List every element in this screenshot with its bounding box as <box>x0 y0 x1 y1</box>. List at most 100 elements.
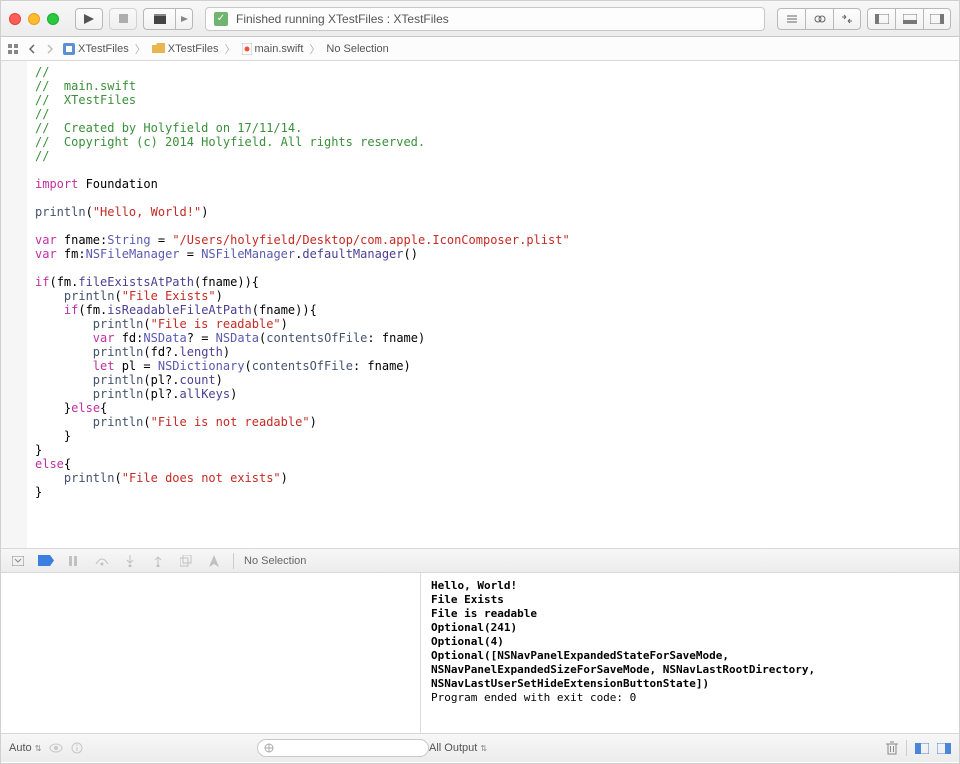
console-output: Hello, World! File Exists File is readab… <box>421 573 959 711</box>
debug-bar: No Selection <box>1 548 959 573</box>
str: "Hello, World!" <box>93 205 201 219</box>
code-comment: // Copyright (c) 2014 Holyfield. All rig… <box>35 135 425 149</box>
location-button[interactable] <box>205 553 223 569</box>
panel-toggles <box>867 8 951 30</box>
kw: import <box>35 177 78 191</box>
code-comment: // XTestFiles <box>35 93 136 107</box>
breadcrumb-sep: 〉 <box>309 41 320 57</box>
run-button[interactable] <box>75 8 103 30</box>
terminal-icon <box>154 14 166 24</box>
breadcrumb-file[interactable]: main.swift <box>240 43 306 55</box>
console-line: Hello, World! <box>431 579 517 592</box>
scheme-destination-button[interactable] <box>175 8 193 30</box>
str: "/Users/holyfield/Desktop/com.apple.Icon… <box>172 233 569 247</box>
pause-continue-icon <box>68 556 80 566</box>
console-line: Optional(241) <box>431 621 517 634</box>
kw: var <box>35 247 57 261</box>
step-into-icon <box>125 555 135 567</box>
breadcrumb-sep: 〉 <box>135 41 146 57</box>
trash-icon <box>886 741 898 755</box>
play-icon <box>84 14 94 24</box>
chevron-down-box-icon <box>12 556 24 566</box>
project-icon <box>63 43 75 55</box>
swift-file-icon <box>242 43 252 55</box>
go-forward-button[interactable] <box>43 43 57 55</box>
assistant-editor-button[interactable] <box>805 8 833 30</box>
go-back-button[interactable] <box>25 43 39 55</box>
debug-selection-label: No Selection <box>244 555 306 567</box>
quicklook-button[interactable] <box>49 743 63 753</box>
scheme-selector[interactable] <box>143 8 193 30</box>
step-over-icon <box>95 556 109 566</box>
toggle-utilities-button[interactable] <box>923 8 951 30</box>
debug-bottom-bar: Auto ⇅ All Output ⇅ <box>1 734 959 762</box>
type: String <box>107 233 150 247</box>
code-text: Foundation <box>78 177 157 191</box>
grid-icon <box>8 44 20 54</box>
hide-debug-button[interactable] <box>9 553 27 569</box>
window-controls <box>9 13 59 25</box>
eye-icon <box>49 743 63 753</box>
method: defaultManager <box>302 247 403 261</box>
minimize-window-button[interactable] <box>28 13 40 25</box>
console-line: Program ended with exit code: 0 <box>431 691 636 704</box>
left-panel-icon <box>875 14 889 24</box>
console-output-selector[interactable]: All Output ⇅ <box>429 742 487 754</box>
lines-icon <box>786 14 798 24</box>
location-icon <box>209 555 219 567</box>
breadcrumb-folder-label: XTestFiles <box>168 43 219 55</box>
debug-hierarchy-button[interactable] <box>177 553 195 569</box>
scheme-target-button[interactable] <box>143 8 175 30</box>
code-comment: // <box>35 149 49 163</box>
kw: var <box>35 233 57 247</box>
breakpoints-button[interactable] <box>37 553 55 569</box>
show-variables-button[interactable] <box>915 743 929 754</box>
variables-view[interactable] <box>1 573 421 733</box>
breadcrumb-project-label: XTestFiles <box>78 43 129 55</box>
toggle-navigator-button[interactable] <box>867 8 895 30</box>
rings-icon <box>814 14 826 24</box>
editor-gutter[interactable] <box>1 61 27 548</box>
zoom-window-button[interactable] <box>47 13 59 25</box>
folder-icon <box>152 43 165 54</box>
window-toolbar: ✓ Finished running XTestFiles : XTestFil… <box>1 1 959 37</box>
console-line: Optional(4) <box>431 635 504 648</box>
right-pane-icon <box>937 743 951 754</box>
console-view[interactable]: Hello, World! File Exists File is readab… <box>421 573 959 733</box>
bottom-panel-icon <box>903 14 917 24</box>
left-pane-icon <box>915 743 929 754</box>
variables-filter-input[interactable] <box>257 739 429 757</box>
breadcrumb-folder[interactable]: XTestFiles <box>150 43 221 55</box>
right-panel-icon <box>930 14 944 24</box>
step-over-button[interactable] <box>93 553 111 569</box>
step-out-icon <box>153 555 163 567</box>
version-editor-button[interactable] <box>833 8 861 30</box>
fn: println <box>35 205 86 219</box>
breadcrumb-project[interactable]: XTestFiles <box>61 43 131 55</box>
code-comment: // main.swift <box>35 79 136 93</box>
toggle-debug-button[interactable] <box>895 8 923 30</box>
code-comment: // Created by Holyfield on 17/11/14. <box>35 121 302 135</box>
console-line: File Exists <box>431 593 504 606</box>
breadcrumb-file-label: main.swift <box>255 43 304 55</box>
stop-button[interactable] <box>109 8 137 30</box>
continue-button[interactable] <box>65 553 83 569</box>
variables-scope-selector[interactable]: Auto ⇅ <box>9 742 41 754</box>
code-editor[interactable]: // // main.swift // XTestFiles // // Cre… <box>1 61 959 548</box>
status-text: Finished running XTestFiles : XTestFiles <box>236 12 449 26</box>
activity-status-bar[interactable]: ✓ Finished running XTestFiles : XTestFil… <box>205 7 765 31</box>
arrows-icon <box>841 14 853 24</box>
type: NSFileManager <box>86 247 180 261</box>
step-into-button[interactable] <box>121 553 139 569</box>
show-console-button[interactable] <box>937 743 951 754</box>
related-items-button[interactable] <box>7 43 21 55</box>
standard-editor-button[interactable] <box>777 8 805 30</box>
clear-console-button[interactable] <box>886 741 898 755</box>
close-window-button[interactable] <box>9 13 21 25</box>
source-code[interactable]: // // main.swift // XTestFiles // // Cre… <box>1 61 959 503</box>
breakpoint-icon <box>38 555 54 566</box>
breadcrumb-selection[interactable]: No Selection <box>324 43 390 55</box>
step-out-button[interactable] <box>149 553 167 569</box>
chevron-left-icon <box>28 44 36 54</box>
print-description-button[interactable] <box>71 742 83 754</box>
